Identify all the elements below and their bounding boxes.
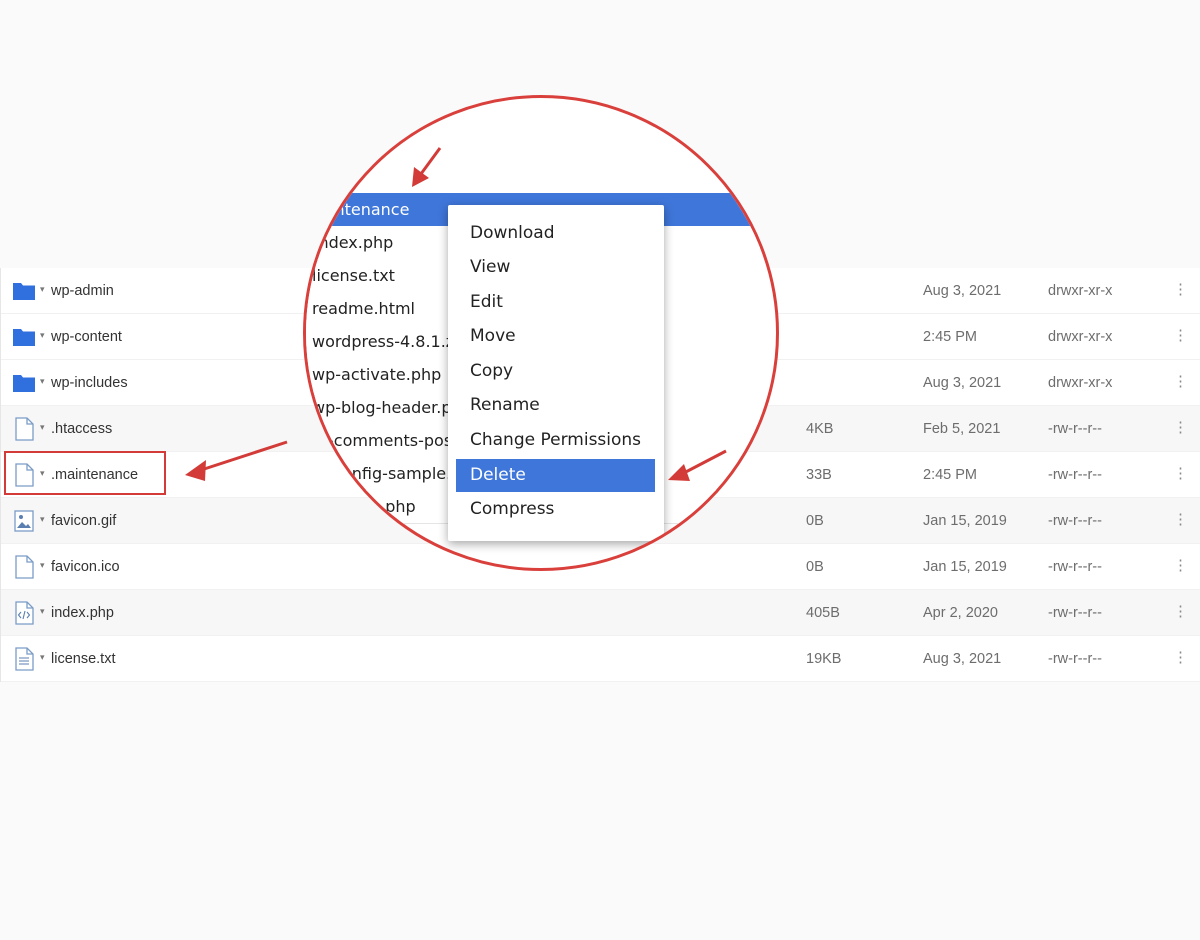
file-permissions: -rw-r--r-- xyxy=(1048,605,1102,621)
file-permissions: -rw-r--r-- xyxy=(1048,421,1102,437)
folder-icon xyxy=(13,283,35,300)
menu-item-view[interactable]: View xyxy=(456,251,655,284)
more-options-icon[interactable]: ⋮ xyxy=(1173,648,1188,668)
chevron-down-icon[interactable]: ▾ xyxy=(40,284,45,295)
file-name[interactable]: .htaccess xyxy=(51,421,112,437)
menu-item-rename[interactable]: Rename xyxy=(456,389,655,422)
more-options-icon[interactable]: ⋮ xyxy=(1173,418,1188,438)
file-icon xyxy=(15,555,34,579)
file-row-license-txt[interactable]: ▾ license.txt 19KB Aug 3, 2021 -rw-r--r-… xyxy=(1,636,1200,682)
menu-item-compress[interactable]: Compress xyxy=(456,493,655,526)
chevron-down-icon[interactable]: ▾ xyxy=(40,330,45,341)
file-name[interactable]: wp-admin xyxy=(51,283,114,299)
zoom-magnifier: ss intenance index.php license.txt readm… xyxy=(303,95,779,571)
menu-item-move[interactable]: Move xyxy=(456,320,655,353)
file-date: Aug 3, 2021 xyxy=(923,651,1002,667)
file-size: 0B xyxy=(806,513,824,529)
file-permissions: drwxr-xr-x xyxy=(1048,283,1113,299)
more-options-icon[interactable]: ⋮ xyxy=(1173,372,1188,392)
file-permissions: -rw-r--r-- xyxy=(1048,513,1102,529)
maintenance-highlight-box xyxy=(4,451,166,495)
text-file-icon xyxy=(15,647,34,671)
image-file-icon xyxy=(14,510,34,532)
more-options-icon[interactable]: ⋮ xyxy=(1173,326,1188,346)
zoom-row[interactable]: ss xyxy=(306,160,760,194)
file-permissions: -rw-r--r-- xyxy=(1048,559,1102,575)
file-name[interactable]: favicon.ico xyxy=(51,559,120,575)
file-date: Apr 2, 2020 xyxy=(923,605,998,621)
menu-item-edit[interactable]: Edit xyxy=(456,286,655,319)
more-options-icon[interactable]: ⋮ xyxy=(1173,510,1188,530)
file-date: Jan 15, 2019 xyxy=(923,559,1007,575)
file-date: 2:45 PM xyxy=(923,329,977,345)
file-permissions: drwxr-xr-x xyxy=(1048,375,1113,391)
file-name[interactable]: favicon.gif xyxy=(51,513,116,529)
more-options-icon[interactable]: ⋮ xyxy=(1173,556,1188,576)
file-size: 0B xyxy=(806,559,824,575)
file-permissions: drwxr-xr-x xyxy=(1048,329,1113,345)
file-row-index-php[interactable]: ▾ index.php 405B Apr 2, 2020 -rw-r--r-- … xyxy=(1,590,1200,636)
menu-item-change-permissions[interactable]: Change Permissions xyxy=(456,424,655,457)
file-name[interactable]: wp-content xyxy=(51,329,122,345)
menu-item-delete[interactable]: Delete xyxy=(456,459,655,492)
file-size: 4KB xyxy=(806,421,834,437)
folder-icon xyxy=(13,329,35,346)
file-permissions: -rw-r--r-- xyxy=(1048,651,1102,667)
file-size: 405B xyxy=(806,605,840,621)
file-date: Feb 5, 2021 xyxy=(923,421,1001,437)
file-permissions: -rw-r--r-- xyxy=(1048,467,1102,483)
chevron-down-icon[interactable]: ▾ xyxy=(40,652,45,663)
file-date: Aug 3, 2021 xyxy=(923,375,1002,391)
chevron-down-icon[interactable]: ▾ xyxy=(40,422,45,433)
menu-item-download[interactable]: Download xyxy=(456,217,655,250)
more-options-icon[interactable]: ⋮ xyxy=(1173,280,1188,300)
chevron-down-icon[interactable]: ▾ xyxy=(40,560,45,571)
file-size: 33B xyxy=(806,467,832,483)
file-date: 2:45 PM xyxy=(923,467,977,483)
file-date: Jan 15, 2019 xyxy=(923,513,1007,529)
more-options-icon[interactable]: ⋮ xyxy=(1173,464,1188,484)
file-name[interactable]: license.txt xyxy=(51,651,115,667)
file-icon xyxy=(15,417,34,441)
code-file-icon xyxy=(15,601,34,625)
chevron-down-icon[interactable]: ▾ xyxy=(40,376,45,387)
file-size: 19KB xyxy=(806,651,842,667)
chevron-down-icon[interactable]: ▾ xyxy=(40,514,45,525)
file-name[interactable]: index.php xyxy=(51,605,114,621)
folder-icon xyxy=(13,375,35,392)
file-date: Aug 3, 2021 xyxy=(923,283,1002,299)
chevron-down-icon[interactable]: ▾ xyxy=(40,606,45,617)
menu-item-copy[interactable]: Copy xyxy=(456,355,655,388)
context-menu: Download View Edit Move Copy Rename Chan… xyxy=(448,205,664,541)
more-options-icon[interactable]: ⋮ xyxy=(1173,602,1188,622)
zoom-row[interactable] xyxy=(306,127,760,161)
file-name[interactable]: wp-includes xyxy=(51,375,128,391)
